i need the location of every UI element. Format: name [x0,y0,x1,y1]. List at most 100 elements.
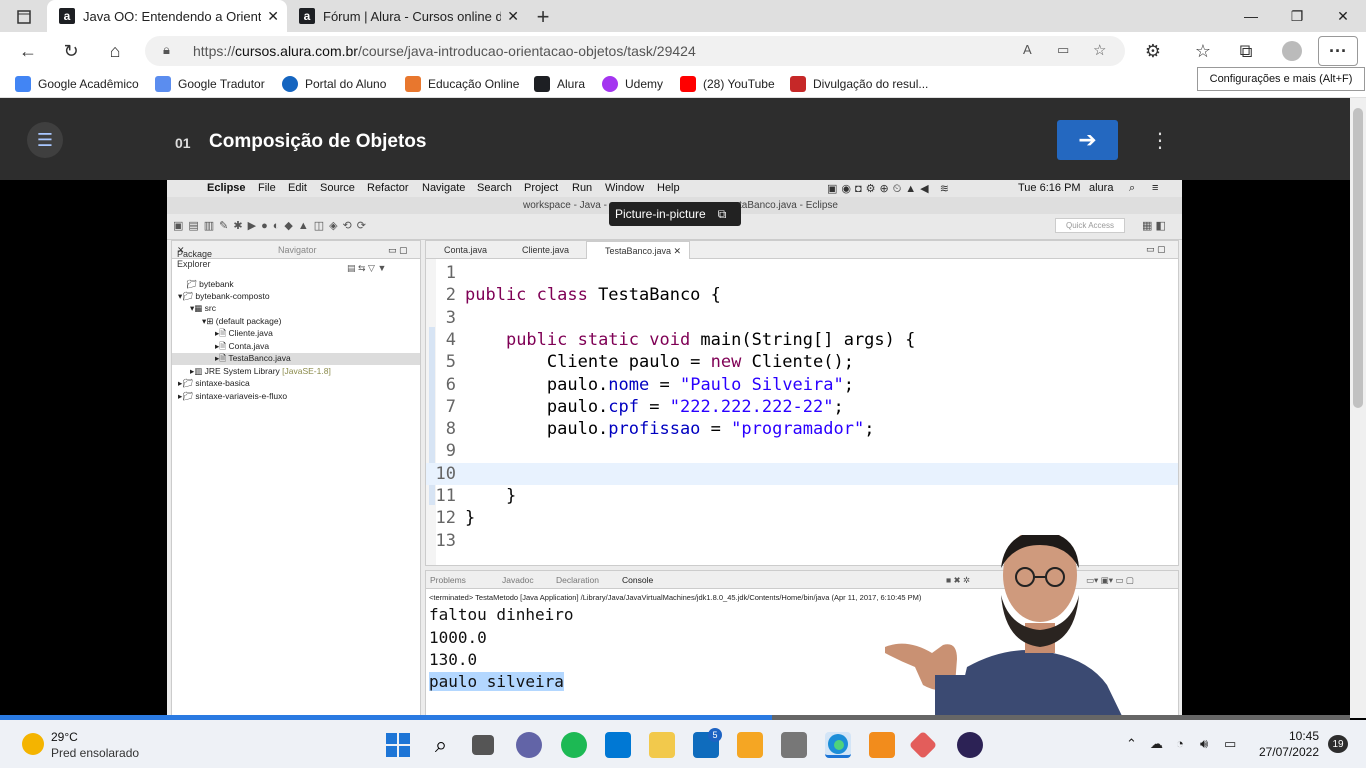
code-token: paulo. [465,419,609,440]
settings-more-button[interactable]: ··· [1318,36,1358,66]
lock-icon[interactable]: 🔒︎ [163,42,170,58]
bookmark-label: Alura [557,77,586,91]
tab-actions-icon[interactable] [13,6,35,28]
mac-user: alura [1089,182,1114,194]
bookmark-divulgacao[interactable]: Divulgação do resul... [790,76,928,92]
bookmark-google-academico[interactable]: Google Acadêmico [15,76,139,92]
scrollbar-thumb[interactable] [1353,108,1363,408]
minimize-button[interactable]: — [1228,0,1274,32]
new-tab-button[interactable]: + [532,4,554,29]
read-aloud-icon[interactable]: A [1023,42,1032,57]
start-windows-icon[interactable] [385,732,411,758]
notifications-badge[interactable]: 19 [1328,735,1348,753]
code-token: paulo. [465,374,609,395]
volume-icon[interactable]: 🔊︎ [1200,736,1208,752]
more-options-icon[interactable]: ⋮ [1150,128,1170,153]
weather-temperature[interactable]: 29°C [51,730,78,744]
code-line[interactable]: 11 } [426,485,1178,507]
code-line[interactable]: 10 [426,462,1178,485]
tree-item-default-package: ▾⊞ (default package) [202,316,282,326]
url-scheme: https:// [193,43,236,59]
close-window-button[interactable]: ✕ [1320,0,1366,32]
cloud-icon[interactable]: ☁ [1150,736,1163,752]
tree-item-sintaxe-variaveis: ▸📁︎ sintaxe-variaveis-e-fluxo [178,391,288,401]
sourcetree-icon[interactable] [908,730,938,760]
code-token: ; [864,419,875,440]
eclipse-icon[interactable] [957,732,983,758]
address-bar[interactable]: 🔒︎ https://cursos.alura.com.br/course/ja… [145,36,1125,66]
bookmark-alura[interactable]: Alura [534,76,585,92]
code-line[interactable]: 9 [426,440,1178,462]
task-view-icon[interactable] [472,735,494,755]
search-icon[interactable]: ⌕ [428,732,454,758]
photos-icon[interactable] [737,732,763,758]
bookmark-youtube[interactable]: (28) YouTube [680,76,775,92]
code-line[interactable]: 3 [426,307,1178,329]
code-line[interactable]: 12} [426,507,1178,529]
code-line[interactable]: 1 [426,262,1178,284]
page-scrollbar[interactable] [1350,98,1366,718]
bookmark-portal-do-aluno[interactable]: Portal do Aluno [282,76,386,92]
teams-chat-icon[interactable] [516,732,542,758]
address-row: ← ↻ ⌂ 🔒︎ https://cursos.alura.com.br/cou… [0,32,1366,70]
mac-menu-bar: Eclipse File Edit Source Refactor Naviga… [167,180,1182,197]
favorites-icon[interactable]: ☆ [1190,39,1216,63]
bookmark-educacao-online[interactable]: Educação Online [405,76,519,92]
bookmark-google-tradutor[interactable]: Google Tradutor [155,76,265,92]
wifi-icon[interactable]: ◔ [1176,736,1184,751]
next-lesson-button[interactable]: ➔ [1057,120,1118,160]
profile-avatar[interactable] [1279,39,1305,63]
code-line[interactable]: 4 public static void main(String[] args)… [426,329,1178,351]
code-line[interactable]: 8 paulo.profissao = "programador"; [426,418,1178,440]
home-icon[interactable]: ⌂ [102,39,128,63]
restore-button[interactable]: ❐ [1274,0,1320,32]
edge-icon[interactable] [825,732,851,758]
calculator-icon[interactable] [781,732,807,758]
tree-label: sintaxe-variaveis-e-fluxo [195,391,288,401]
code-line[interactable]: 2 public class TestaBanco { [426,284,1178,306]
editor-tab-conta: Conta.java [444,245,488,255]
code-line[interactable]: 6 paulo.nome = "Paulo Silveira"; [426,374,1178,396]
code-line[interactable]: 5 Cliente paulo = new Cliente(); [426,351,1178,373]
code-token: ; [843,374,854,395]
favorite-star-icon[interactable]: ☆ [1093,41,1106,59]
collections-icon[interactable]: ⧉ [1233,39,1259,63]
spotify-icon[interactable] [561,732,587,758]
close-tab-icon[interactable]: ✕ [267,8,279,25]
taskbar-clock[interactable]: 10:45 27/07/2022 [1255,728,1319,760]
bookmark-udemy[interactable]: Udemy [602,76,663,92]
mac-menu-item: Edit [288,182,307,194]
lesson-title: Composição de Objetos [209,131,427,152]
bookmark-label: (28) YouTube [703,77,775,91]
back-arrow-icon[interactable]: ← [15,39,41,63]
chevron-up-icon[interactable]: ⌃ [1126,736,1137,752]
taskbar: 29°C Pred ensolarado ⌕ 5 ⌃ ☁ ◔ 🔊︎ ▭ 10:4… [0,720,1366,768]
close-tab-icon[interactable]: ✕ [507,8,519,25]
code-token: public static void [505,329,691,350]
refresh-icon[interactable]: ↻ [58,39,84,63]
bookmark-label: Divulgação do resul... [813,77,929,91]
extensions-icon[interactable]: ⚙ [1140,39,1166,63]
console-output-line: 1000.0 [429,628,487,647]
store-icon[interactable] [605,732,631,758]
alura-favicon-icon: a [59,8,75,24]
tree-item-jre: ▸▥ JRE System Library [JavaSE-1.8] [190,366,331,376]
picture-in-picture-button[interactable]: Picture-in-picture ⧉ [609,202,741,226]
console-output-line: faltou dinheiro [429,605,574,624]
weather-sun-icon[interactable] [22,733,44,755]
video-player[interactable]: Eclipse File Edit Source Refactor Naviga… [0,180,1350,718]
javadoc-tab: Javadoc [502,575,534,585]
weather-condition[interactable]: Pred ensolarado [51,746,139,760]
app-available-icon[interactable]: ▭ [1057,42,1069,58]
sublime-icon[interactable] [869,732,895,758]
file-explorer-icon[interactable] [649,732,675,758]
battery-icon[interactable]: ▭ [1224,736,1236,752]
menu-toggle-icon[interactable]: ☰ [27,122,63,158]
tab-forum[interactable]: a Fórum | Alura - Cursos online de ✕ [287,0,527,32]
mac-menu-item: Project [524,182,559,194]
tab-java-oo[interactable]: a Java OO: Entendendo a Orientaç ✕ [47,0,287,32]
code-token: "programador" [731,419,865,440]
url-host: cursos.alura.com.br [235,43,358,59]
code-line[interactable]: 7 paulo.cpf = "222.222.222-22"; [426,396,1178,418]
code-token: cpf [608,396,640,417]
